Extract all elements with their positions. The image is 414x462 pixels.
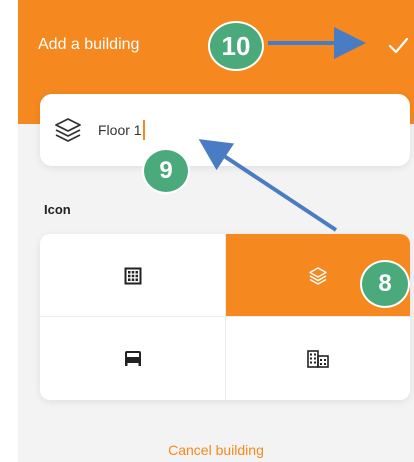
building-grid-icon xyxy=(124,267,141,284)
building-name-input[interactable]: Floor 1 xyxy=(98,116,145,144)
add-building-screen: Add a building Floor 1 Icon Cancel build… xyxy=(18,0,414,462)
city-buildings-icon xyxy=(306,349,329,368)
grid-divider-horizontal xyxy=(40,316,410,317)
icon-option-building[interactable] xyxy=(40,234,225,317)
page-title: Add a building xyxy=(38,36,140,53)
icon-picker-grid xyxy=(40,234,410,400)
text-caret xyxy=(142,120,145,140)
step-badge-10: 10 xyxy=(208,21,264,71)
cancel-building-link[interactable]: Cancel building xyxy=(18,442,414,458)
grid-divider-vertical xyxy=(225,234,226,400)
confirm-button[interactable] xyxy=(384,32,412,60)
step-badge-9: 9 xyxy=(142,148,190,194)
building-name-card: Floor 1 xyxy=(40,94,410,166)
icon-section-label: Icon xyxy=(44,202,71,217)
step-badge-8: 8 xyxy=(360,260,410,308)
icon-option-bed[interactable] xyxy=(40,317,225,400)
check-icon xyxy=(388,37,409,54)
building-name-value: Floor 1 xyxy=(98,122,142,138)
layers-icon xyxy=(55,118,81,142)
bed-icon xyxy=(124,350,141,366)
layers-icon xyxy=(308,266,327,285)
icon-option-city[interactable] xyxy=(225,317,410,400)
